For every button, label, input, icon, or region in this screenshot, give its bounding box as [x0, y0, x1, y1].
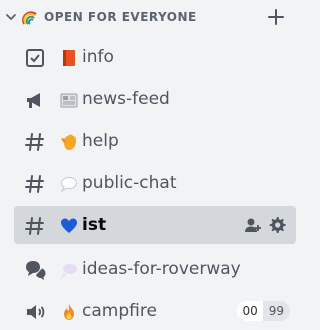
- hashtag-icon: [25, 175, 44, 193]
- rules-channel-icon: [26, 49, 44, 67]
- channel-campfire[interactable]: campfire 00 99: [14, 292, 296, 330]
- channel-name: campfire: [82, 301, 157, 321]
- orange-book-icon: [63, 50, 75, 66]
- hashtag-icon: [25, 133, 44, 151]
- channel-ist[interactable]: ist: [14, 206, 296, 244]
- channel-name: ideas-for-roverway: [82, 259, 241, 279]
- blue-heart-icon: [61, 218, 77, 233]
- channel-help[interactable]: help: [14, 122, 296, 160]
- add-member-icon[interactable]: [244, 216, 262, 234]
- speaker-icon: [27, 305, 45, 319]
- channel-info[interactable]: info: [14, 38, 296, 76]
- channel-name: help: [82, 131, 119, 151]
- fire-icon: [64, 304, 74, 320]
- channel-public-chat[interactable]: public-chat: [14, 164, 296, 202]
- rainbow-icon: [22, 11, 37, 25]
- channel-name: ist: [82, 215, 107, 235]
- channel-ideas-for-roverway[interactable]: ideas-for-roverway: [14, 250, 296, 288]
- channel-news-feed[interactable]: news-feed: [14, 80, 296, 118]
- channel-actions: [244, 216, 286, 234]
- voice-count-limit: 99: [262, 301, 290, 321]
- chevron-down-icon[interactable]: [4, 10, 18, 24]
- voice-user-count: 00 99: [237, 301, 290, 321]
- raised-hand-icon: [61, 134, 76, 150]
- channel-name: info: [82, 47, 114, 67]
- megaphone-icon: [27, 93, 40, 108]
- category-header[interactable]: OPEN FOR EVERYONE: [0, 0, 304, 34]
- hashtag-icon: [25, 217, 44, 235]
- thought-balloon-icon: [61, 264, 77, 279]
- speech-balloon-icon: [60, 177, 77, 193]
- voice-count-current: 00: [237, 301, 263, 321]
- category-label: OPEN FOR EVERYONE: [44, 10, 197, 24]
- channel-name: news-feed: [82, 89, 170, 109]
- gear-icon[interactable]: [268, 216, 286, 234]
- channel-list: OPEN FOR EVERYONE info news-feed help pu…: [0, 0, 304, 325]
- channel-name: public-chat: [82, 173, 177, 193]
- plus-icon[interactable]: [265, 6, 287, 28]
- forum-channel-icon: [26, 261, 46, 280]
- newspaper-icon: [60, 93, 78, 108]
